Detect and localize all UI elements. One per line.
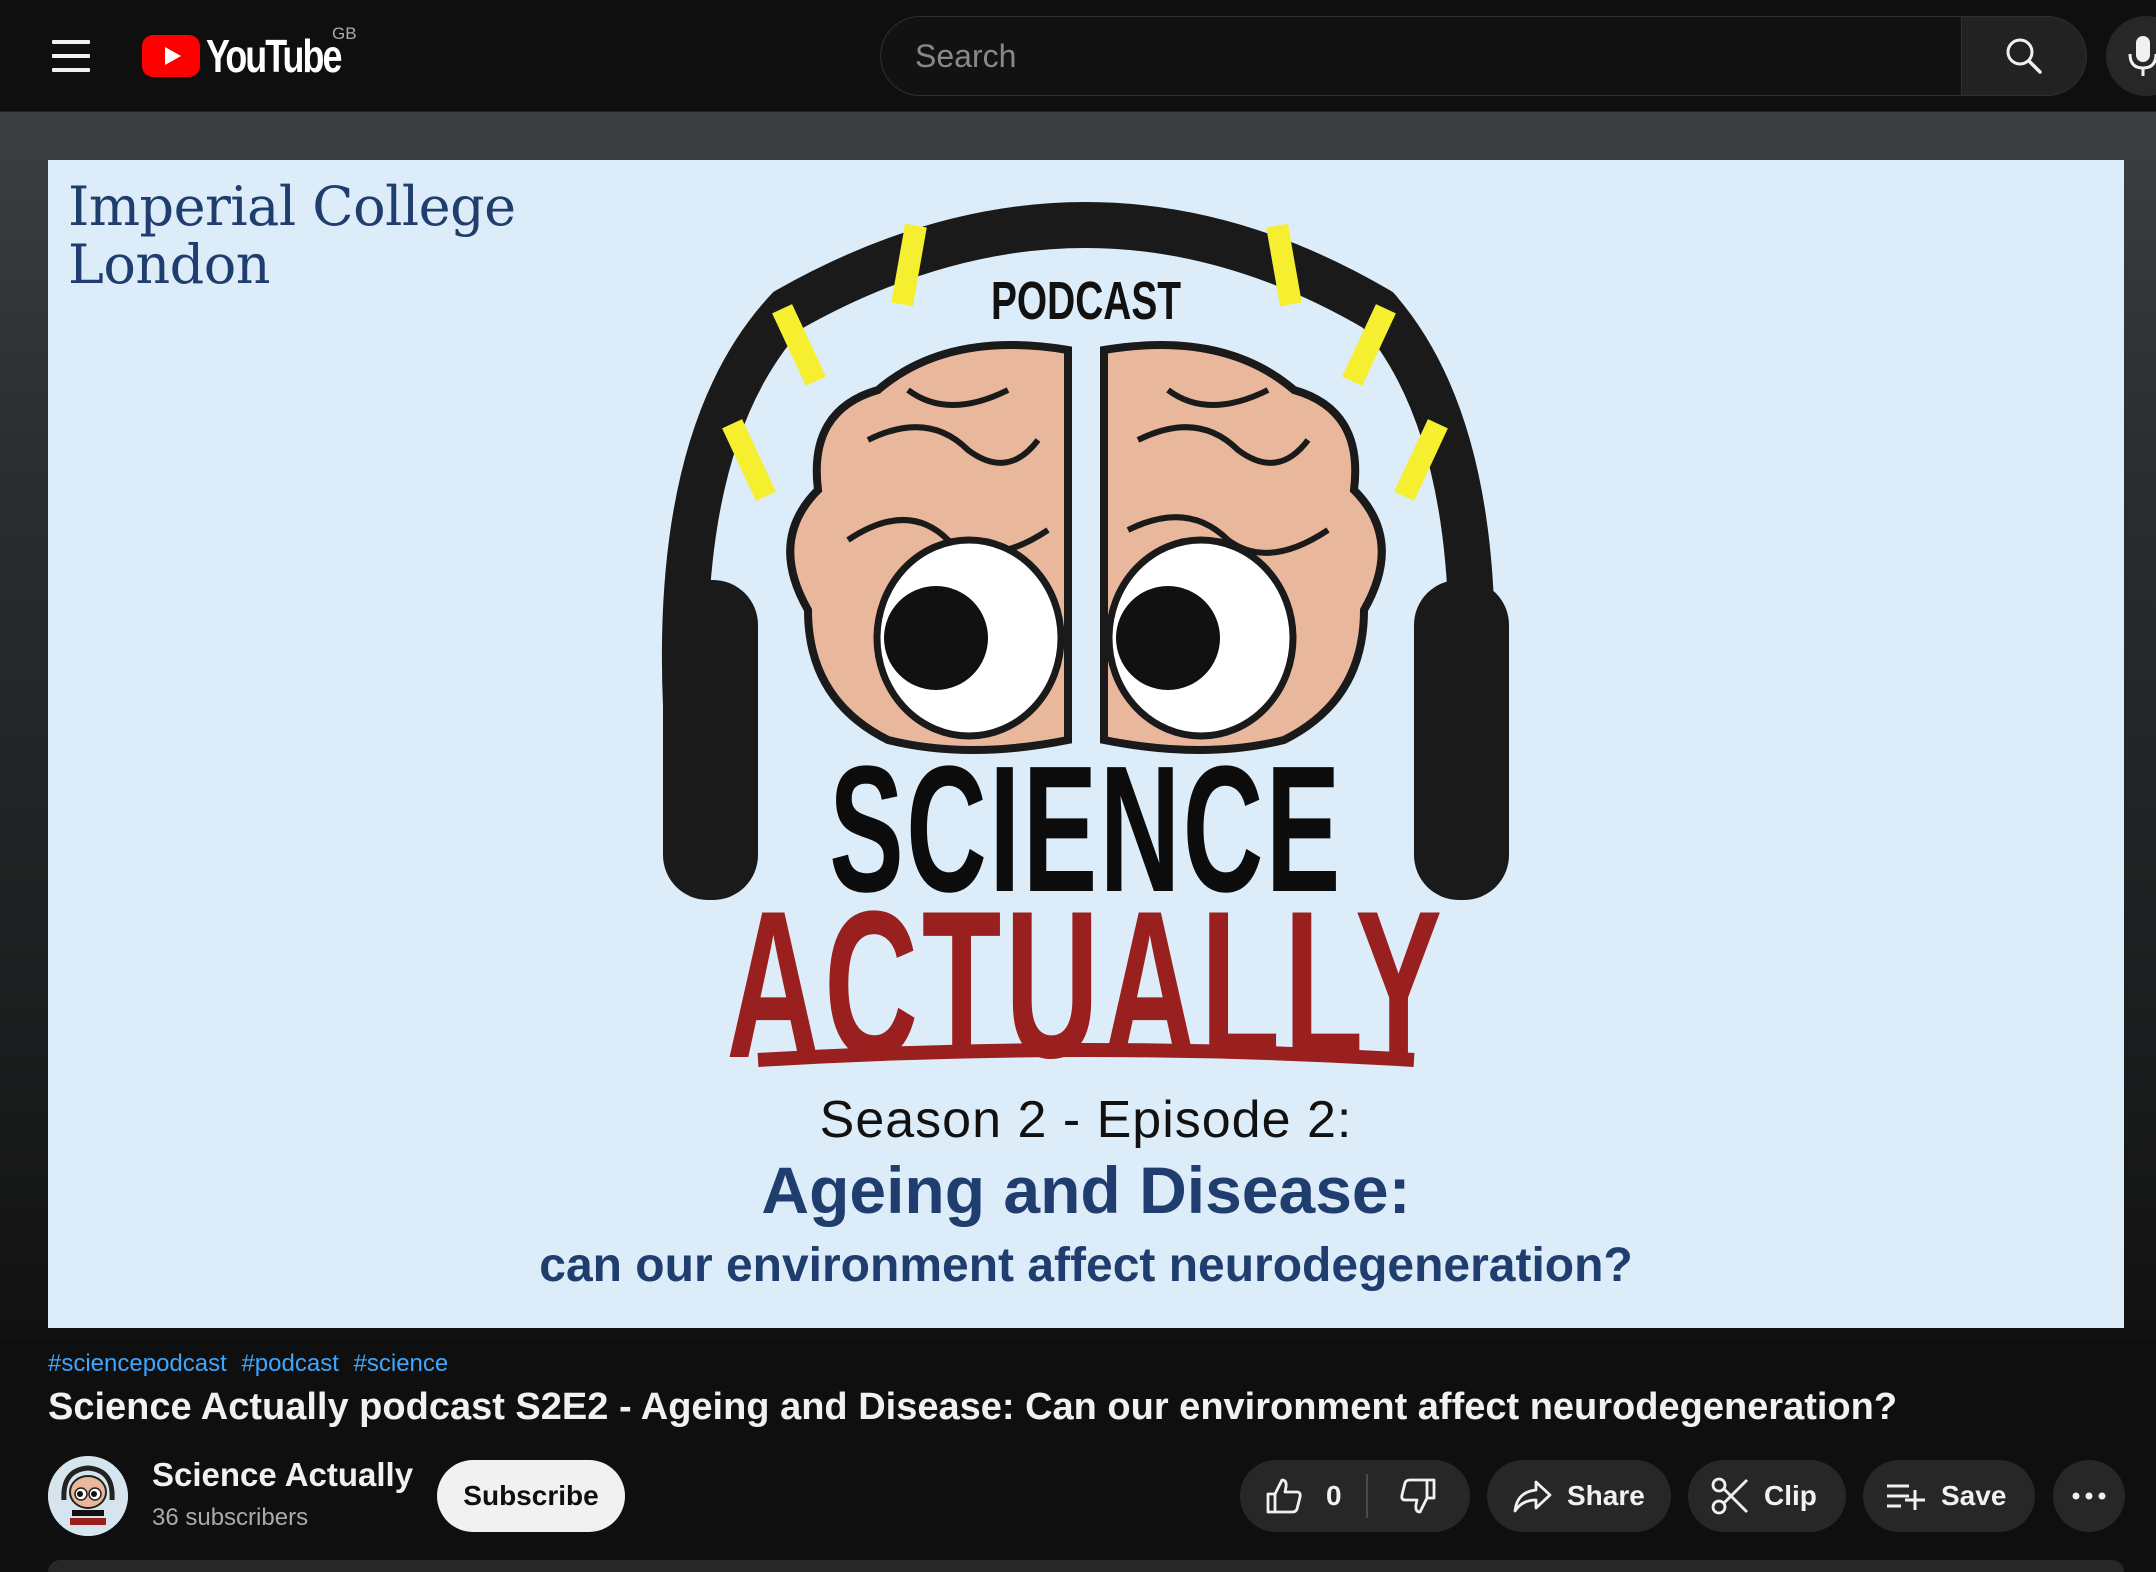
search-box <box>880 16 1962 96</box>
channel-avatar-image <box>48 1456 128 1536</box>
subscriber-count: 36 subscribers <box>152 1504 309 1531</box>
scissors-icon <box>1711 1477 1748 1515</box>
clip-button[interactable]: Clip <box>1688 1460 1846 1532</box>
more-actions-button[interactable] <box>2053 1460 2125 1532</box>
hashtag-list: #sciencepodcast #podcast #science <box>48 1350 456 1378</box>
thumbs-up-icon <box>1266 1478 1302 1514</box>
like-count: 0 <box>1326 1480 1342 1511</box>
channel-name[interactable]: Science Actually <box>152 1456 413 1494</box>
save-label: Save <box>1941 1480 2007 1511</box>
show-name-actually: ACTUALLY <box>726 867 1446 1102</box>
description-box-edge <box>48 1560 2124 1572</box>
episode-title-graphic: Ageing and Disease: <box>761 1153 1411 1227</box>
share-button[interactable]: Share <box>1487 1460 1671 1532</box>
search-input[interactable] <box>915 37 1962 75</box>
episode-subtitle-graphic: can our environment affect neurodegenera… <box>539 1239 1633 1292</box>
country-code: GB <box>332 24 357 43</box>
share-icon <box>1513 1480 1552 1513</box>
channel-avatar[interactable] <box>48 1456 128 1536</box>
hamburger-menu-icon[interactable] <box>40 30 104 82</box>
clip-label: Clip <box>1764 1480 1817 1511</box>
hashtag-link[interactable]: #sciencepodcast <box>48 1350 227 1377</box>
like-dislike-group: 0 <box>1240 1460 1470 1532</box>
season-episode-label: Season 2 - Episode 2: <box>819 1091 1353 1149</box>
more-horizontal-icon <box>2072 1492 2106 1500</box>
search-button[interactable] <box>1961 16 2087 96</box>
like-button[interactable]: 0 <box>1240 1460 1366 1532</box>
save-button[interactable]: Save <box>1863 1460 2035 1532</box>
search-icon <box>2006 38 2042 74</box>
podcast-label: PODCAST <box>990 271 1182 331</box>
youtube-logo[interactable]: YouTube GB <box>142 24 378 84</box>
share-label: Share <box>1567 1480 1645 1511</box>
dislike-button[interactable] <box>1368 1460 1468 1532</box>
voice-search-button[interactable] <box>2106 16 2156 96</box>
hashtag-link[interactable]: #podcast <box>241 1350 338 1377</box>
hashtag-link[interactable]: #science <box>354 1350 449 1377</box>
thumbs-down-icon <box>1400 1478 1436 1514</box>
logo-line-1: Imperial College <box>68 175 516 238</box>
subscribe-button[interactable]: Subscribe <box>437 1460 625 1532</box>
top-bar: YouTube GB <box>0 0 2156 112</box>
video-player[interactable]: Imperial College London PODCAST SCIENCE … <box>48 160 2124 1328</box>
youtube-wordmark: YouTube <box>206 30 342 82</box>
youtube-play-icon <box>142 35 200 77</box>
microphone-icon <box>2128 36 2156 76</box>
video-title: Science Actually podcast S2E2 - Ageing a… <box>48 1386 1898 1428</box>
playlist-add-icon <box>1887 1484 1925 1510</box>
